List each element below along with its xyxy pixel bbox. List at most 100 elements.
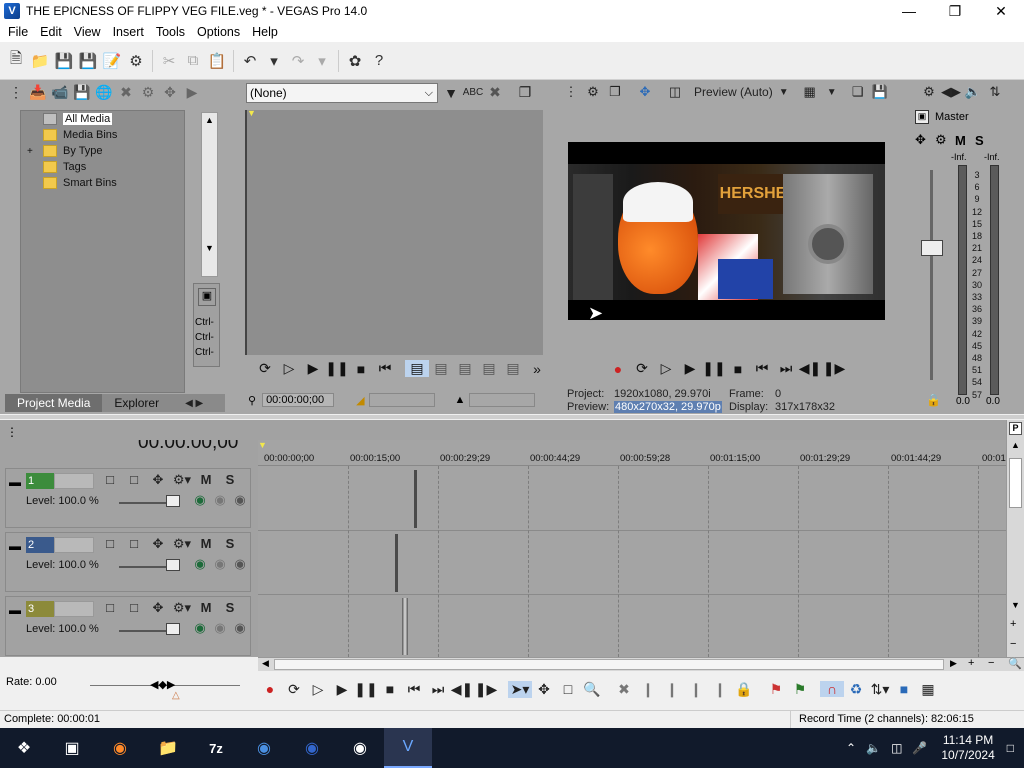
- scroll-down-icon[interactable]: ▼: [205, 243, 214, 253]
- master-fx-gear-icon[interactable]: ⚙: [918, 84, 940, 100]
- play-icon[interactable]: ▶: [330, 681, 354, 698]
- go-to-start-icon[interactable]: ⏮: [750, 360, 774, 377]
- video-preview[interactable]: HERSHE: [568, 142, 885, 320]
- stop-icon[interactable]: ■: [378, 681, 402, 697]
- menu-help[interactable]: Help: [246, 25, 284, 39]
- track-motion-icon[interactable]: □: [98, 536, 122, 552]
- zoom-out-icon[interactable]: −: [1010, 638, 1016, 650]
- mute-button[interactable]: M: [194, 472, 218, 488]
- zoom-out-icon[interactable]: −: [988, 657, 994, 669]
- play-media-icon[interactable]: ▶: [181, 84, 203, 101]
- taskbar-clock[interactable]: 11:14 PM 10/7/2024: [941, 733, 994, 763]
- trim-start-icon[interactable]: ❙: [660, 681, 684, 698]
- go-to-end-icon[interactable]: ⏭: [774, 360, 798, 377]
- selection-tool-icon[interactable]: □: [556, 681, 580, 697]
- properties-gear-icon[interactable]: ⚙: [124, 49, 148, 73]
- fit-icon[interactable]: ▤: [501, 360, 525, 377]
- next-frame-icon[interactable]: ❚▶: [474, 681, 498, 698]
- render-as-icon[interactable]: 📝: [100, 49, 124, 73]
- trimmer-media-dropdown[interactable]: (None) ⌵: [246, 83, 438, 103]
- more-chevron-icon[interactable]: »: [525, 361, 549, 377]
- trim-icon[interactable]: ❙: [636, 681, 660, 698]
- play-from-start-icon[interactable]: ▷: [277, 360, 301, 377]
- menu-insert[interactable]: Insert: [107, 25, 150, 39]
- solo-button[interactable]: S: [218, 472, 242, 488]
- get-media-icon[interactable]: 💾: [71, 84, 93, 101]
- dropdown-arrow-icon[interactable]: ▼: [440, 85, 462, 101]
- solo-button[interactable]: S: [218, 536, 242, 552]
- composite-mode-icon[interactable]: ◉: [190, 620, 210, 636]
- composite-mode-icon[interactable]: ◉: [190, 556, 210, 572]
- ripple-edit-icon[interactable]: ⇅▾: [868, 681, 892, 698]
- child-icon[interactable]: ◉: [230, 492, 250, 508]
- pause-icon[interactable]: ❚❚: [354, 681, 378, 698]
- video-event-clip[interactable]: [402, 598, 408, 655]
- scroll-thumb[interactable]: [274, 659, 944, 670]
- downmix-icon[interactable]: ◀▶: [940, 84, 962, 100]
- play-icon[interactable]: ▶: [301, 360, 325, 377]
- loop-icon[interactable]: ⟳: [253, 360, 277, 377]
- play-icon[interactable]: ▶: [678, 360, 702, 377]
- tab-scroll-arrows-icon[interactable]: ◀ ▶: [185, 398, 203, 409]
- tree-smart-bins[interactable]: Smart Bins: [43, 175, 117, 191]
- capture-video-icon[interactable]: 📹: [49, 84, 71, 101]
- minimize-button[interactable]: —: [886, 0, 932, 22]
- track-motion-icon[interactable]: □: [98, 472, 122, 488]
- track-fx-icon[interactable]: □: [122, 472, 146, 488]
- scroll-up-icon[interactable]: ▲: [205, 115, 214, 125]
- spell-abc-icon[interactable]: ABC: [462, 87, 484, 98]
- task-view-icon[interactable]: ▣: [48, 728, 96, 768]
- overlays-icon[interactable]: ◫: [664, 84, 686, 100]
- pause-icon[interactable]: ❚❚: [702, 360, 726, 377]
- parent-icon[interactable]: ◉: [210, 620, 230, 636]
- fx-icon[interactable]: ⚙: [935, 132, 955, 148]
- obs-icon[interactable]: ◉: [336, 728, 384, 768]
- lock-envelopes-icon[interactable]: ■: [892, 681, 916, 697]
- external-monitor-icon[interactable]: ❐: [604, 84, 626, 100]
- trim-end-icon[interactable]: ❙: [684, 681, 708, 698]
- parent-icon[interactable]: ◉: [210, 492, 230, 508]
- timeline-vscroll[interactable]: P ▲ ▼ + −: [1006, 420, 1024, 657]
- webex-icon[interactable]: ◉: [288, 728, 336, 768]
- loop-icon[interactable]: ⟳: [630, 360, 654, 377]
- preview-fx-gear-icon[interactable]: ⚙: [582, 84, 604, 100]
- import-media-icon[interactable]: 📥: [27, 84, 49, 101]
- notifications-icon[interactable]: □: [1007, 741, 1014, 755]
- redo-icon[interactable]: ↷: [286, 49, 310, 73]
- preview-quality-label[interactable]: Preview (Auto): [694, 85, 773, 99]
- speaker-icon[interactable]: 🔈: [962, 84, 984, 100]
- save-snapshot-icon[interactable]: 💾: [869, 84, 891, 100]
- track-2[interactable]: ▬ 2 □ □ ✥ ⚙▾ M S Level: 100.0 % ◉ ◉ ◉: [5, 532, 251, 592]
- redo-dropdown-icon[interactable]: ▾: [310, 49, 334, 73]
- firefox-icon[interactable]: ◉: [96, 728, 144, 768]
- master-solo-button[interactable]: S: [975, 133, 995, 148]
- pan-icon[interactable]: ✥: [915, 132, 935, 148]
- level-slider-knob[interactable]: [166, 495, 180, 507]
- composite-icon[interactable]: ✥: [146, 536, 170, 552]
- menu-file[interactable]: File: [2, 25, 34, 39]
- overwrite-icon[interactable]: ▤: [477, 360, 501, 377]
- auto-ripple-icon[interactable]: ✿: [343, 49, 367, 73]
- save-as-icon[interactable]: 💾: [76, 49, 100, 73]
- split-icon[interactable]: ❙: [708, 681, 732, 698]
- stop-icon[interactable]: ■: [349, 361, 373, 377]
- video-event-clip[interactable]: [414, 470, 417, 528]
- menu-view[interactable]: View: [68, 25, 107, 39]
- go-to-start-icon[interactable]: ⏮: [373, 360, 397, 377]
- track-3[interactable]: ▬ 3 □ □ ✥ ⚙▾ M S Level: 100.0 % ◉ ◉ ◉: [5, 596, 251, 656]
- master-fader-knob[interactable]: [921, 240, 943, 256]
- loop-icon[interactable]: ⟳: [282, 681, 306, 698]
- mixer-icon[interactable]: ⇅: [984, 84, 1006, 100]
- new-file-icon[interactable]: 🗎: [4, 49, 28, 73]
- track-name-field[interactable]: [54, 601, 94, 617]
- record-icon[interactable]: ●: [258, 681, 282, 697]
- expand-plus-icon[interactable]: +: [27, 143, 33, 159]
- lock-icon[interactable]: 🔒: [926, 393, 941, 407]
- parent-icon[interactable]: ◉: [210, 556, 230, 572]
- menu-options[interactable]: Options: [191, 25, 246, 39]
- undo-icon[interactable]: ↶: [238, 49, 262, 73]
- trimmer-canvas[interactable]: ▼: [245, 108, 543, 355]
- insert-region-icon[interactable]: ⚑: [788, 681, 812, 698]
- track-motion-icon[interactable]: □: [98, 600, 122, 616]
- tab-explorer[interactable]: Explorer: [102, 394, 171, 412]
